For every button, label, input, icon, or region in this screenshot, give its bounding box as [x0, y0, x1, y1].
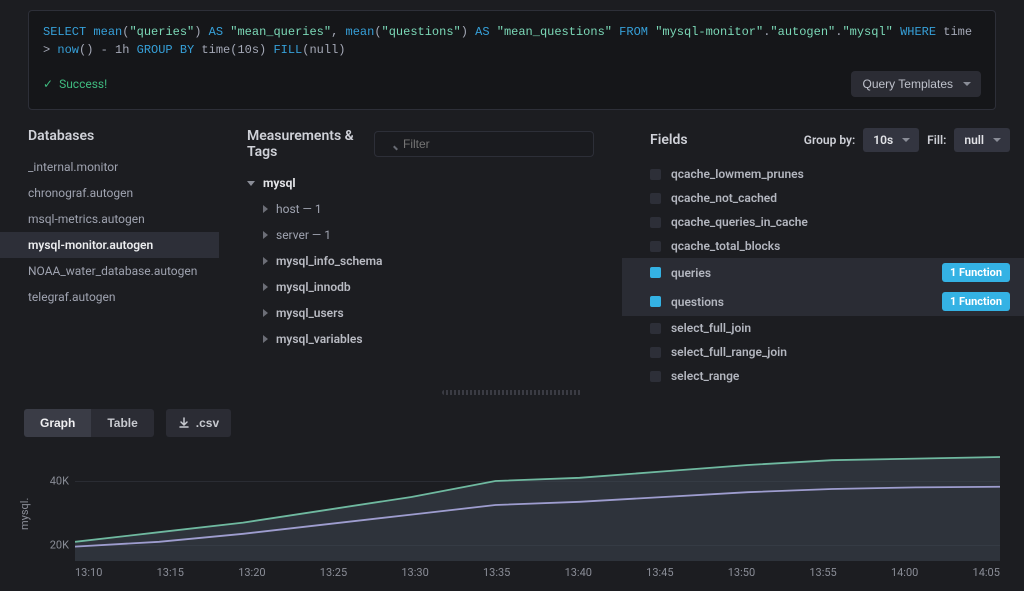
query-text: SELECT mean("queries") AS "mean_queries"…: [43, 23, 981, 59]
field-label: select_range: [671, 369, 739, 383]
field-item[interactable]: qcache_queries_in_cache: [622, 210, 1024, 234]
chevron-right-icon: [263, 309, 268, 317]
field-label: queries: [671, 266, 711, 280]
database-item[interactable]: NOAA_water_database.autogen: [0, 258, 219, 284]
measurement-item[interactable]: mysql_innodb: [219, 274, 622, 300]
function-badge[interactable]: 1 Function: [942, 292, 1010, 311]
y-tick: 20K: [50, 539, 69, 552]
chevron-right-icon: [263, 257, 268, 265]
x-tick: 13:35: [483, 566, 510, 579]
measurements-title: Measurements & Tags: [247, 128, 364, 160]
x-tick: 13:25: [320, 566, 347, 579]
x-tick: 13:10: [75, 566, 102, 579]
x-tick: 13:20: [238, 566, 265, 579]
measurement-label: mysql_variables: [276, 332, 363, 346]
fields-list[interactable]: qcache_lowmem_prunes qcache_not_cachedqca…: [622, 162, 1024, 386]
field-label: select_full_join: [671, 321, 751, 335]
field-label: select_full_range_join: [671, 345, 787, 359]
field-checkbox: [650, 296, 661, 307]
measurement-label: mysql_users: [276, 306, 344, 320]
databases-list[interactable]: _internal.monitorchronograf.autogenmsql-…: [0, 154, 219, 386]
field-item[interactable]: select_full_range_join: [622, 340, 1024, 364]
view-toggle: Graph Table: [24, 409, 154, 437]
x-tick: 14:00: [891, 566, 918, 579]
field-label: questions: [671, 295, 724, 309]
measurement-label: mysql: [263, 176, 296, 190]
query-templates-button[interactable]: Query Templates: [851, 71, 982, 97]
chevron-down-icon: [247, 181, 255, 186]
measurement-item[interactable]: mysql_info_schema: [219, 248, 622, 274]
query-status: Success!: [43, 77, 107, 91]
field-checkbox: [650, 323, 661, 334]
chevron-right-icon: [263, 335, 268, 343]
table-tab[interactable]: Table: [91, 409, 153, 437]
x-tick: 13:55: [809, 566, 836, 579]
measurement-item[interactable]: host — 1: [219, 196, 622, 222]
measurement-label: mysql_innodb: [276, 280, 351, 294]
field-label: qcache_not_cached: [671, 191, 777, 205]
x-tick: 13:50: [728, 566, 755, 579]
field-checkbox: [650, 193, 661, 204]
field-checkbox: [650, 217, 661, 228]
field-label: qcache_total_blocks: [671, 239, 780, 253]
group-by-label: Group by:: [804, 133, 855, 147]
fields-header: Fields: [650, 132, 688, 148]
database-item[interactable]: _internal.monitor: [0, 154, 219, 180]
measurement-item[interactable]: mysql: [219, 170, 622, 196]
measurement-label: server — 1: [276, 228, 331, 242]
field-item[interactable]: qcache_total_blocks: [622, 234, 1024, 258]
database-item[interactable]: chronograf.autogen: [0, 180, 219, 206]
field-label: qcache_queries_in_cache: [671, 215, 808, 229]
fill-dropdown[interactable]: null: [954, 128, 1010, 152]
csv-export-button[interactable]: .csv: [166, 409, 231, 437]
x-tick: 13:45: [646, 566, 673, 579]
chevron-right-icon: [263, 205, 268, 213]
database-item[interactable]: telegraf.autogen: [0, 284, 219, 310]
x-tick: 13:40: [565, 566, 592, 579]
graph-tab[interactable]: Graph: [24, 409, 91, 437]
y-tick: 40K: [50, 475, 69, 488]
measurements-list[interactable]: mysql host — 1 server — 1 mysql_info_schema…: [219, 170, 622, 386]
field-checkbox: [650, 347, 661, 358]
databases-header: Databases: [0, 118, 219, 154]
download-icon: [178, 417, 190, 429]
field-checkbox: [650, 267, 661, 278]
resize-handle[interactable]: [442, 390, 582, 395]
function-badge[interactable]: 1 Function: [942, 263, 1010, 282]
field-item[interactable]: queries 1 Function: [622, 258, 1024, 287]
fill-label: Fill:: [927, 133, 946, 147]
x-tick: 13:30: [401, 566, 428, 579]
database-item[interactable]: msql-metrics.autogen: [0, 206, 219, 232]
field-item[interactable]: select_full_join: [622, 316, 1024, 340]
query-editor[interactable]: SELECT mean("queries") AS "mean_queries"…: [28, 10, 996, 110]
measurement-item[interactable]: mysql_variables: [219, 326, 622, 352]
field-item[interactable]: qcache_not_cached: [622, 186, 1024, 210]
x-tick: 14:05: [973, 566, 1000, 579]
field-checkbox: [650, 371, 661, 382]
measurement-item[interactable]: mysql_users: [219, 300, 622, 326]
field-checkbox: [650, 169, 661, 180]
field-label: qcache_lowmem_prunes: [671, 167, 804, 181]
field-item[interactable]: qcache_lowmem_prunes: [622, 162, 1024, 186]
measurement-label: host — 1: [276, 202, 322, 216]
chart-ylabel: mysql.: [14, 449, 35, 579]
chevron-right-icon: [263, 283, 268, 291]
measurements-header: Measurements & Tags: [219, 118, 622, 170]
x-tick: 13:15: [157, 566, 184, 579]
measurement-label: mysql_info_schema: [276, 254, 383, 268]
filter-input-wrap: [374, 131, 594, 157]
filter-input[interactable]: [374, 131, 594, 157]
measurement-item[interactable]: server — 1: [219, 222, 622, 248]
csv-label: .csv: [196, 416, 219, 430]
chart-plot: 20K 40K 13:10 13:15 13:20 13:25 13:30 13:35 13:4…: [35, 449, 1010, 579]
field-item[interactable]: questions 1 Function: [622, 287, 1024, 316]
group-by-dropdown[interactable]: 10s: [863, 128, 919, 152]
chevron-right-icon: [263, 231, 268, 239]
field-item[interactable]: select_range: [622, 364, 1024, 386]
field-checkbox: [650, 241, 661, 252]
chart: mysql. 20K 40K 13:10 13:15 13:20 13:25 13:30 13…: [14, 449, 1010, 579]
database-item[interactable]: mysql-monitor.autogen: [0, 232, 219, 258]
